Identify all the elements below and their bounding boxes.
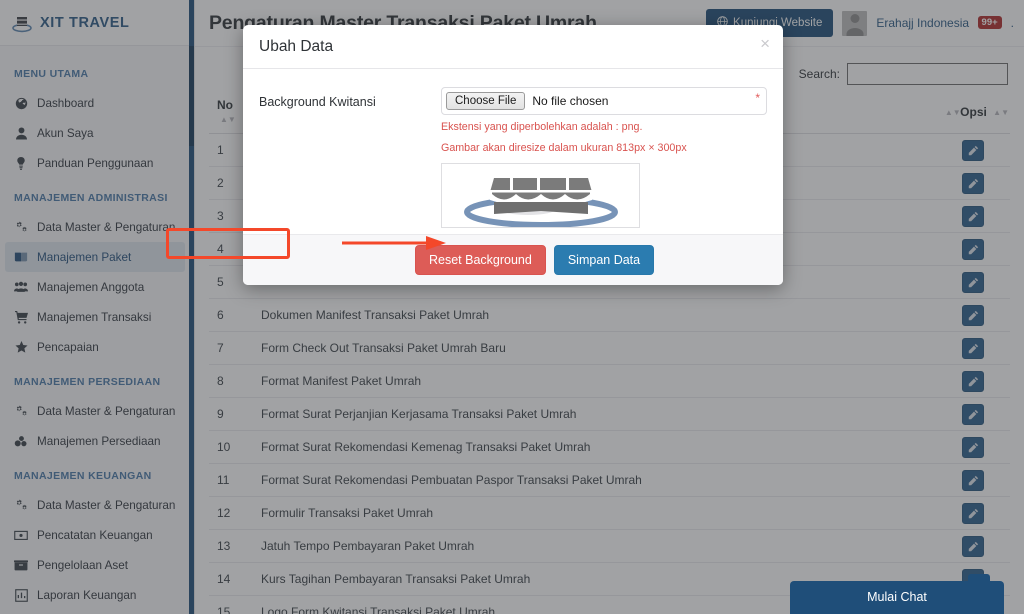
help-text-extension: Ekstensi yang diperbolehkan adalah : png… [441,121,643,133]
close-icon[interactable]: × [760,35,770,52]
required-marker: * [755,91,760,105]
background-image-preview [441,163,640,229]
field-control-group: Choose File No file chosen * Ekstensi ya… [441,87,767,229]
chat-widget[interactable]: Mulai Chat [790,574,1004,614]
modal-header: Ubah Data × [243,25,783,69]
chat-start-label[interactable]: Mulai Chat [790,581,1004,614]
file-input[interactable]: Choose File No file chosen * [441,87,767,115]
chat-caret-icon[interactable] [968,574,990,583]
choose-file-button[interactable]: Choose File [446,92,526,110]
field-label-background-kwitansi: Background Kwitansi [259,95,376,109]
save-data-button[interactable]: Simpan Data [553,245,655,276]
help-text-resize: Gambar akan diresize dalam ukuran 813px … [441,141,687,154]
modal-title: Ubah Data [259,38,334,55]
modal-footer: Reset Background Simpan Data [243,234,783,286]
modal-body: Background Kwitansi Choose File No file … [243,69,783,234]
annotation-arrow-icon [342,236,446,250]
edit-data-modal: Ubah Data × Background Kwitansi Choose F… [243,25,783,286]
form-row-background-kwitansi: Background Kwitansi Choose File No file … [259,87,767,229]
kaaba-image-preview [464,178,618,228]
app-root: XIT TRAVEL MENU UTAMA Dashboard Akun Say… [0,0,1024,614]
file-status-text: No file chosen [532,94,609,108]
